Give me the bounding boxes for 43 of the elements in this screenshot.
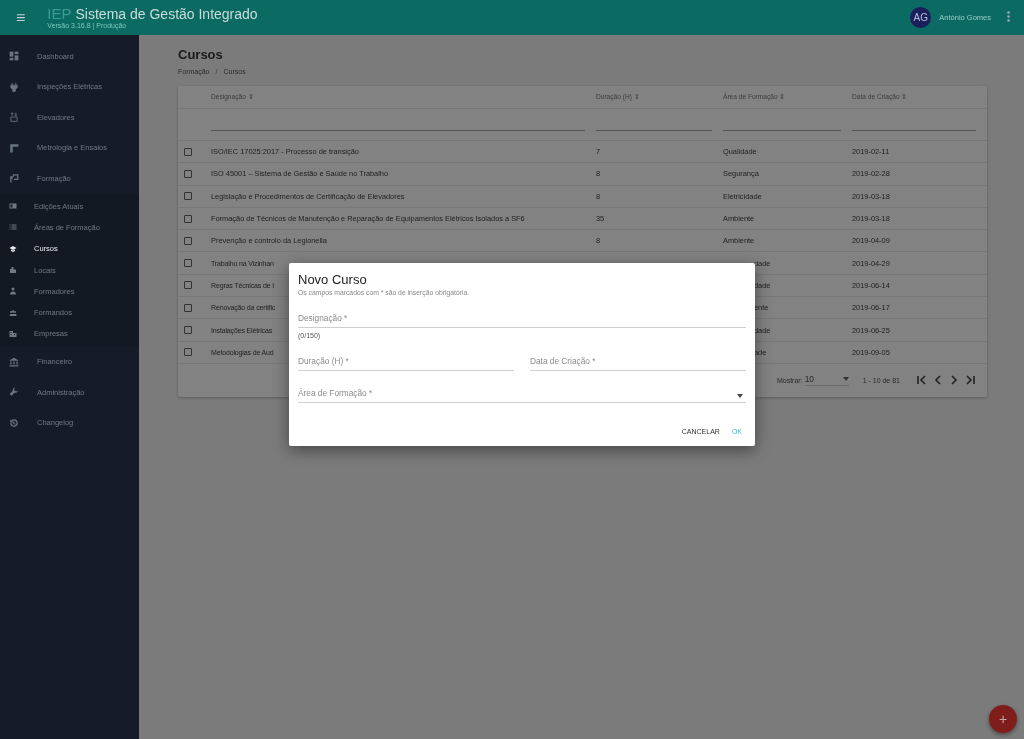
more-menu-button[interactable] <box>1005 11 1012 24</box>
checkbox[interactable] <box>184 348 192 357</box>
bank-icon <box>9 356 19 367</box>
input-field[interactable]: Designação * <box>298 313 746 328</box>
checkbox[interactable] <box>184 147 192 156</box>
book-icon <box>9 202 17 211</box>
checkbox[interactable] <box>184 281 192 290</box>
checkbox[interactable] <box>184 192 192 201</box>
wrench-icon <box>9 387 19 398</box>
last-page-icon <box>964 374 976 387</box>
city-icon <box>9 266 17 275</box>
app-title: Sistema de Gestão Integrado <box>75 7 258 21</box>
first-page-icon <box>916 374 928 387</box>
chevron-left-icon <box>932 374 944 387</box>
chevron-right-icon <box>948 374 960 387</box>
checkbox[interactable] <box>184 259 192 268</box>
page-title: Cursos <box>178 47 224 62</box>
user-avatar: AG <box>910 7 932 28</box>
people-icon <box>9 308 17 317</box>
dialog-title: Novo Curso <box>298 272 368 287</box>
menu-button[interactable]: ≡ <box>16 9 36 26</box>
graduation-cap-icon <box>9 244 17 253</box>
checkbox[interactable] <box>184 326 192 334</box>
checkbox[interactable] <box>184 236 192 245</box>
select-field[interactable]: Área de Formação * <box>298 388 746 403</box>
add-button[interactable]: + <box>989 705 1017 733</box>
checkbox[interactable] <box>184 303 192 312</box>
history-icon <box>9 417 19 428</box>
checkbox[interactable] <box>184 214 192 223</box>
caret-icon <box>842 377 849 382</box>
input-field[interactable]: Data de Criação * <box>530 356 746 371</box>
presenter-icon <box>9 173 19 184</box>
ruler-icon <box>9 142 19 153</box>
dashboard-icon <box>9 51 19 62</box>
person-icon <box>9 287 17 296</box>
plug-icon <box>9 81 19 92</box>
checkbox[interactable] <box>184 169 192 178</box>
caret-icon <box>737 394 743 398</box>
page-size-select[interactable]: 10 <box>804 374 849 387</box>
elevator-icon <box>9 112 19 123</box>
list-icon <box>9 223 17 232</box>
building-icon <box>9 329 17 338</box>
input-field[interactable]: Duração (H) * <box>298 356 514 371</box>
